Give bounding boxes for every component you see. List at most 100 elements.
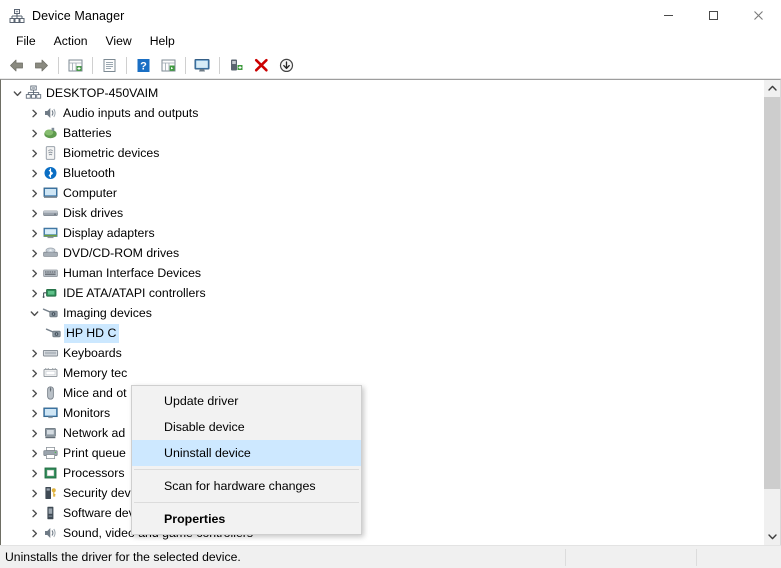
tree-row-monitors[interactable]: Monitors <box>1 403 763 423</box>
chevron-right-icon[interactable] <box>26 245 42 261</box>
tree-row-ide-ata-atapi-controllers[interactable]: IDE ATA/ATAPI controllers <box>1 283 763 303</box>
chevron-right-icon[interactable] <box>26 365 42 381</box>
chevron-right-icon[interactable] <box>26 425 42 441</box>
scrollbar-thumb[interactable] <box>764 97 780 489</box>
tree-label-selected: HP HD C <box>66 325 117 340</box>
uninstall-device-icon[interactable] <box>249 54 274 77</box>
window-controls <box>646 0 781 31</box>
context-menu-item-uninstall-device[interactable]: Uninstall device <box>132 440 361 466</box>
scan-for-hardware-changes-icon[interactable] <box>156 54 181 77</box>
properties-icon[interactable] <box>97 54 122 77</box>
close-button[interactable] <box>736 0 781 31</box>
tree-label: Keyboards <box>63 346 122 360</box>
chevron-right-icon[interactable] <box>26 465 42 481</box>
tree-row-dvd-cd-rom-drives[interactable]: DVD/CD-ROM drives <box>1 243 763 263</box>
context-menu-item-update-driver[interactable]: Update driver <box>132 388 361 414</box>
tree-row-bluetooth[interactable]: Bluetooth <box>1 163 763 183</box>
tree-row-network-adapters[interactable]: Network ad <box>1 423 763 443</box>
device-manager-icon <box>9 8 25 24</box>
menu-action[interactable]: Action <box>45 32 97 52</box>
update-driver-icon[interactable] <box>224 54 249 77</box>
tree-row-batteries[interactable]: Batteries <box>1 123 763 143</box>
chevron-right-icon[interactable] <box>26 445 42 461</box>
tree-row-memory-technology-devices[interactable]: Memory tec <box>1 363 763 383</box>
forward-icon[interactable] <box>29 54 54 77</box>
chevron-right-icon[interactable] <box>26 345 42 361</box>
back-icon[interactable] <box>4 54 29 77</box>
chevron-right-icon[interactable] <box>26 525 42 541</box>
chevron-right-icon[interactable] <box>26 105 42 121</box>
imaging-device-icon <box>42 305 59 321</box>
toolbar-separator <box>58 57 59 74</box>
chevron-right-icon[interactable] <box>26 405 42 421</box>
chevron-right-icon[interactable] <box>26 485 42 501</box>
chevron-right-icon[interactable] <box>26 165 42 181</box>
tree-row-human-interface-devices[interactable]: Human Interface Devices <box>1 263 763 283</box>
software-device-icon <box>42 505 59 521</box>
scrollbar-track[interactable] <box>764 97 780 528</box>
network-adapter-icon <box>42 425 59 441</box>
tree-label: Disk drives <box>63 206 124 220</box>
tree-label: Memory tec <box>63 366 128 380</box>
tree-row-hp-hd-camera[interactable]: HP HD C <box>1 323 763 343</box>
tree-label: Processors <box>63 466 125 480</box>
tree-row-print-queues[interactable]: Print queue <box>1 443 763 463</box>
context-menu-item-scan-for-hardware-changes[interactable]: Scan for hardware changes <box>132 473 361 499</box>
scroll-down-icon[interactable] <box>764 528 780 545</box>
context-menu[interactable]: Update driver Disable device Uninstall d… <box>131 385 362 535</box>
chevron-right-icon[interactable] <box>26 185 42 201</box>
tree-row-root[interactable]: DESKTOP-450VAIM <box>1 83 763 103</box>
tree-label: Print queue <box>63 446 126 460</box>
help-icon[interactable]: ? <box>131 54 156 77</box>
printer-icon <box>42 445 59 461</box>
tree-row-audio-inputs-and-outputs[interactable]: Audio inputs and outputs <box>1 103 763 123</box>
chevron-right-icon[interactable] <box>26 505 42 521</box>
tree-label: DVD/CD-ROM drives <box>63 246 180 260</box>
toolbar-separator <box>185 57 186 74</box>
tree-row-mice-and-other-pointing-devices[interactable]: Mice and ot <box>1 383 763 403</box>
maximize-button[interactable] <box>691 0 736 31</box>
menu-view[interactable]: View <box>97 32 141 52</box>
vertical-scrollbar[interactable] <box>763 80 780 545</box>
tree-row-processors[interactable]: Processors <box>1 463 763 483</box>
menu-bar: File Action View Help <box>0 31 781 53</box>
context-menu-item-properties[interactable]: Properties <box>132 506 361 532</box>
tree-row-sound-video-and-game-controllers[interactable]: Sound, video and game controllers <box>1 523 763 543</box>
tree-label: Bluetooth <box>63 166 115 180</box>
context-menu-item-disable-device[interactable]: Disable device <box>132 414 361 440</box>
tree-row-keyboards[interactable]: Keyboards <box>1 343 763 363</box>
display-icon[interactable] <box>190 54 215 77</box>
biometric-icon <box>42 145 59 161</box>
status-divider <box>696 548 697 566</box>
window-title: Device Manager <box>32 8 125 23</box>
ide-controller-icon <box>42 285 59 301</box>
speaker-icon <box>42 105 59 121</box>
tree-row-display-adapters[interactable]: Display adapters <box>1 223 763 243</box>
tree-row-imaging-devices[interactable]: Imaging devices <box>1 303 763 323</box>
tree-row-software-devices[interactable]: Software devices <box>1 503 763 523</box>
chevron-right-icon[interactable] <box>26 265 42 281</box>
chevron-right-icon[interactable] <box>26 125 42 141</box>
tree-row-disk-drives[interactable]: Disk drives <box>1 203 763 223</box>
tree-row-biometric-devices[interactable]: Biometric devices <box>1 143 763 163</box>
scroll-up-icon[interactable] <box>764 80 780 97</box>
chevron-right-icon[interactable] <box>26 145 42 161</box>
tree-label: IDE ATA/ATAPI controllers <box>63 286 206 300</box>
tree-label: Computer <box>63 186 117 200</box>
minimize-button[interactable] <box>646 0 691 31</box>
disable-device-icon[interactable] <box>274 54 299 77</box>
chevron-right-icon[interactable] <box>26 205 42 221</box>
disk-drive-icon <box>42 205 59 221</box>
menu-help[interactable]: Help <box>141 32 184 52</box>
chevron-down-icon[interactable] <box>26 305 42 321</box>
menu-file[interactable]: File <box>7 32 45 52</box>
chevron-right-icon[interactable] <box>26 225 42 241</box>
chevron-down-icon[interactable] <box>9 85 25 101</box>
chevron-right-icon[interactable] <box>26 385 42 401</box>
security-device-icon <box>42 485 59 501</box>
tree-row-computer[interactable]: Computer <box>1 183 763 203</box>
device-tree[interactable]: DESKTOP-450VAIM Audio inputs and outputs <box>1 80 763 545</box>
chevron-right-icon[interactable] <box>26 285 42 301</box>
tree-row-security-devices[interactable]: Security devices <box>1 483 763 503</box>
show-hidden-devices-icon[interactable] <box>63 54 88 77</box>
